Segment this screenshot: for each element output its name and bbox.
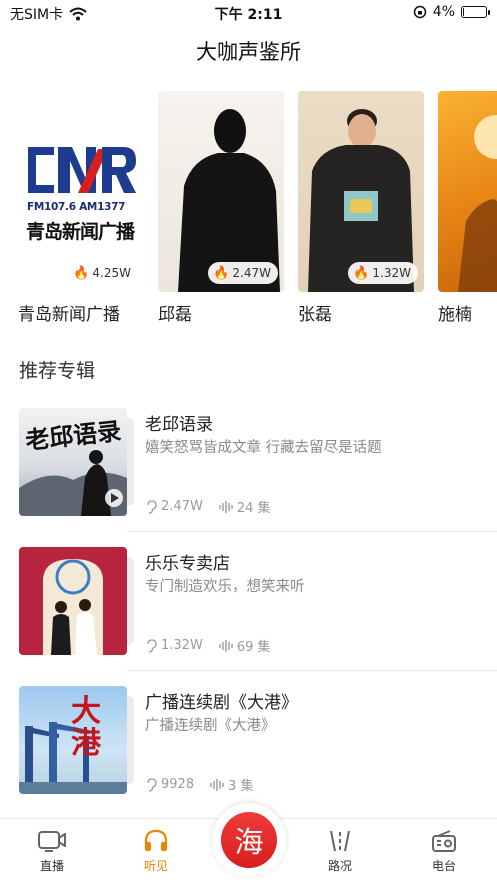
tab-bar: 直播 听见 海 路况 电台 (0, 803, 497, 883)
soundwave-icon (210, 778, 224, 791)
album-stats: 9928 3 集 (145, 775, 254, 794)
heat-value: 1.32W (372, 266, 411, 280)
play-count: 1.32W (161, 638, 203, 653)
video-camera-icon (38, 831, 66, 852)
host-avatar: FM107.6 AM1377 青岛新闻广播 🔥 4.25W (18, 91, 144, 292)
play-count: 9928 (161, 777, 195, 792)
ear-icon (147, 499, 157, 514)
hai-logo-icon[interactable]: 海 (221, 812, 277, 868)
tab-radio[interactable]: 电台 (409, 829, 479, 874)
divider (127, 670, 497, 671)
logo-frequency: FM107.6 AM1377 (27, 201, 126, 213)
flame-icon: 🔥 (213, 265, 230, 281)
ear-icon (147, 638, 157, 653)
heat-value: 2.47W (232, 266, 271, 280)
album-cover-title: 大港 (71, 694, 101, 761)
episode-count: 3 集 (228, 779, 254, 794)
traffic-icon (330, 830, 350, 852)
album-cover: 大港 (19, 686, 127, 794)
host-name: 青岛新闻广播 (18, 305, 120, 325)
sunset-portrait-icon (458, 115, 497, 292)
album-item[interactable]: 乐乐专卖店 专门制造欢乐，想笑来听 1.32W 69 集 (0, 547, 497, 685)
host-avatar: 🔥 1.32W (298, 91, 424, 292)
tab-live[interactable]: 直播 (17, 829, 87, 874)
host-name: 施楠 (438, 305, 472, 325)
battery-percent: 4% (432, 4, 455, 20)
radio-icon (432, 830, 456, 852)
tab-label: 电台 (431, 859, 456, 873)
host-carousel[interactable]: FM107.6 AM1377 青岛新闻广播 🔥 4.25W 青岛新闻广播 🔥 2… (18, 91, 497, 331)
center-tab[interactable]: 海 (212, 803, 286, 877)
album-cover: 老邱语录 (19, 408, 127, 516)
host-card[interactable]: 🔥 1.32W 张磊 (298, 91, 424, 325)
heat-value: 4.25W (92, 266, 131, 280)
flame-icon: 🔥 (353, 265, 370, 281)
cnr-logo-icon (28, 147, 136, 193)
logo-station-name: 青岛新闻广播 (26, 221, 135, 243)
status-right: 4% (413, 4, 490, 20)
battery-level (463, 8, 464, 16)
tab-label: 路况 (327, 859, 352, 873)
tab-traffic[interactable]: 路况 (305, 829, 375, 874)
flame-icon: 🔥 (73, 265, 90, 281)
heat-badge: 🔥 4.25W (68, 262, 138, 284)
heat-badge: 🔥 1.32W (348, 262, 418, 284)
host-card[interactable]: FM107.6 AM1377 青岛新闻广播 🔥 4.25W 青岛新闻广播 (18, 91, 144, 325)
album-cover-art (43, 559, 103, 655)
section-title: 推荐专辑 (19, 360, 96, 382)
host-card[interactable]: 🔥 2.47W 邱磊 (158, 91, 284, 325)
album-title: 老邱语录 (145, 415, 213, 435)
heat-badge: 🔥 2.47W (208, 262, 278, 284)
album-description: 广播连续剧《大港》 (145, 718, 276, 734)
album-stats: 1.32W 69 集 (145, 636, 271, 655)
status-bar: 无SIM卡 下午 2:11 4% (0, 0, 497, 28)
host-card[interactable]: 施楠 (438, 91, 497, 325)
play-count: 2.47W (161, 499, 203, 514)
album-title: 乐乐专卖店 (145, 554, 230, 574)
album-cover (19, 547, 127, 655)
battery-icon (461, 6, 490, 18)
page-title: 大咖声鉴所 (196, 40, 301, 64)
tab-listen[interactable]: 听见 (121, 829, 191, 874)
album-stats: 2.47W 24 集 (145, 497, 271, 516)
album-description: 专门制造欢乐，想笑来听 (145, 579, 305, 595)
episode-count: 69 集 (236, 640, 271, 655)
soundwave-icon (219, 639, 233, 652)
host-name: 张磊 (298, 305, 332, 325)
ear-icon (147, 777, 157, 792)
host-avatar (438, 91, 497, 292)
divider (127, 531, 497, 532)
tab-label: 直播 (39, 859, 64, 873)
rotation-lock-icon (413, 5, 427, 19)
album-title: 广播连续剧《大港》 (145, 693, 298, 713)
episode-count: 24 集 (236, 501, 271, 516)
album-item[interactable]: 老邱语录 老邱语录 嬉笑怒骂皆成文章 行藏去留尽是话题 2.47W 24 集 (0, 408, 497, 546)
headphones-icon (144, 829, 168, 851)
host-name: 邱磊 (158, 305, 192, 325)
tab-label: 听见 (143, 859, 168, 873)
soundwave-icon (219, 500, 233, 513)
host-avatar: 🔥 2.47W (158, 91, 284, 292)
album-description: 嬉笑怒骂皆成文章 行藏去留尽是话题 (145, 440, 382, 456)
